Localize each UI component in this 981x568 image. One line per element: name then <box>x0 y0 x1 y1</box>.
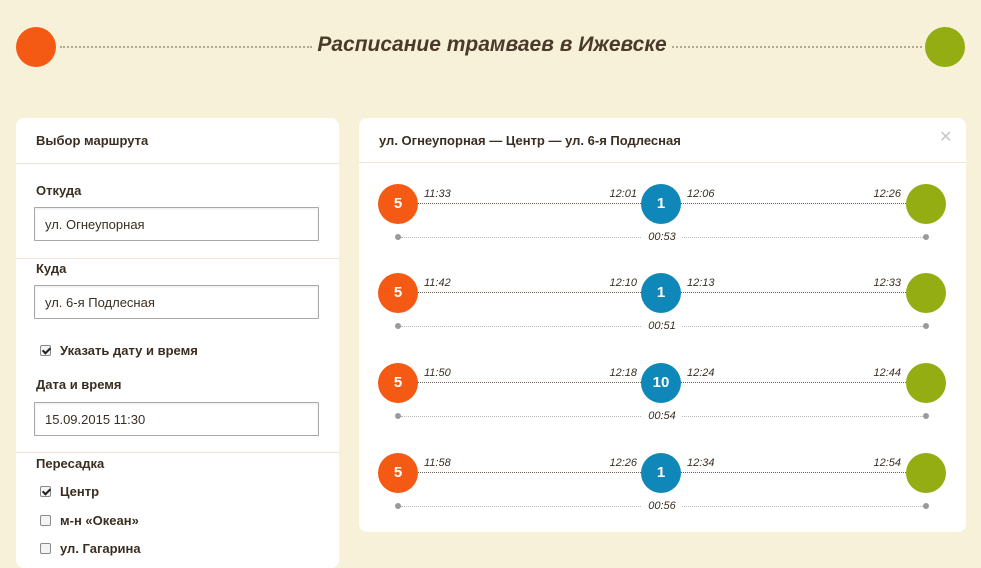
first-leg-line <box>418 203 641 204</box>
form-divider <box>16 452 339 453</box>
depart-time: 11:58 <box>424 457 451 469</box>
transfer-checkbox[interactable] <box>40 542 51 554</box>
transfer-arrive-time: 12:18 <box>609 367 637 379</box>
transfer-checkbox[interactable] <box>40 514 51 526</box>
duration-start-dot <box>395 323 401 329</box>
page-title: Расписание трамваев в Ижевске <box>317 33 667 56</box>
second-tram-number: 1 <box>641 273 681 313</box>
from-label: Откуда <box>36 183 82 198</box>
second-tram-number: 1 <box>641 184 681 224</box>
transfer-arrive-time: 12:10 <box>609 277 637 289</box>
header-start-dot <box>16 27 56 67</box>
depart-time: 11:50 <box>424 367 451 379</box>
transfer-option-ocean[interactable]: м-н «Океан» <box>40 512 139 528</box>
duration-start-dot <box>395 413 401 419</box>
specify-datetime-checkbox[interactable] <box>40 344 51 356</box>
trip-row[interactable]: 5 11:42 12:10 1 12:13 12:33 00:51 <box>359 273 966 343</box>
arrive-time: 12:26 <box>873 188 901 200</box>
second-leg-line <box>681 382 906 383</box>
first-tram-number: 5 <box>378 184 418 224</box>
trip-duration: 00:53 <box>642 231 682 244</box>
header-divider-right <box>672 46 922 48</box>
duration-start-dot <box>395 503 401 509</box>
trip-duration: 00:56 <box>642 500 682 513</box>
datetime-input[interactable] <box>34 402 319 436</box>
second-leg-line <box>681 472 906 473</box>
second-leg-line <box>681 292 906 293</box>
finish-marker <box>906 363 946 403</box>
route-form-panel: Выбор маршрута Откуда Куда Указать дату … <box>16 118 339 568</box>
duration-end-dot <box>923 413 929 419</box>
trip-duration: 00:51 <box>642 320 682 333</box>
transfer-checkbox[interactable] <box>40 485 51 497</box>
route-form-title: Выбор маршрута <box>16 118 339 164</box>
first-tram-number: 5 <box>378 363 418 403</box>
to-input[interactable] <box>34 285 319 319</box>
first-leg-line <box>418 382 641 383</box>
arrive-time: 12:44 <box>873 367 901 379</box>
second-tram-number: 10 <box>641 363 681 403</box>
transfer-option-center[interactable]: Центр <box>40 483 99 499</box>
finish-marker <box>906 453 946 493</box>
transfer-depart-time: 12:24 <box>687 367 715 379</box>
depart-time: 11:33 <box>424 188 451 200</box>
transfer-arrive-time: 12:26 <box>609 457 637 469</box>
schedule-results-panel: ул. Огнеупорная — Центр — ул. 6-я Подлес… <box>359 118 966 532</box>
transfer-option-label: ул. Гагарина <box>60 540 141 556</box>
transfer-arrive-time: 12:01 <box>609 188 637 200</box>
first-tram-number: 5 <box>378 273 418 313</box>
arrive-time: 12:54 <box>873 457 901 469</box>
transfer-depart-time: 12:13 <box>687 277 715 289</box>
second-tram-number: 1 <box>641 453 681 493</box>
results-divider <box>359 162 966 163</box>
specify-datetime-option[interactable]: Указать дату и время <box>40 342 198 358</box>
duration-end-dot <box>923 323 929 329</box>
first-leg-line <box>418 292 641 293</box>
first-leg-line <box>418 472 641 473</box>
trip-duration: 00:54 <box>642 410 682 423</box>
transfer-option-label: м-н «Океан» <box>60 512 139 528</box>
from-input[interactable] <box>34 207 319 241</box>
header-divider-left <box>60 46 312 48</box>
transfer-depart-time: 12:06 <box>687 188 715 200</box>
arrive-time: 12:33 <box>873 277 901 289</box>
duration-start-dot <box>395 234 401 240</box>
first-tram-number: 5 <box>378 453 418 493</box>
form-divider <box>16 258 339 259</box>
datetime-label: Дата и время <box>36 377 122 392</box>
close-icon[interactable]: ✕ <box>939 128 952 148</box>
second-leg-line <box>681 203 906 204</box>
specify-datetime-label: Указать дату и время <box>60 342 198 358</box>
transfer-option-label: Центр <box>60 483 100 499</box>
route-title: ул. Огнеупорная — Центр — ул. 6-я Подлес… <box>379 133 681 148</box>
header-finish-dot <box>925 27 965 67</box>
duration-end-dot <box>923 503 929 509</box>
transfer-option-gagarina[interactable]: ул. Гагарина <box>40 540 141 556</box>
to-label: Куда <box>36 261 67 276</box>
duration-end-dot <box>923 234 929 240</box>
page-header: Расписание трамваев в Ижевске <box>0 0 981 94</box>
finish-marker <box>906 184 946 224</box>
depart-time: 11:42 <box>424 277 451 289</box>
trip-row[interactable]: 5 11:50 12:18 10 12:24 12:44 00:54 <box>359 363 966 433</box>
trip-row[interactable]: 5 11:33 12:01 1 12:06 12:26 00:53 <box>359 184 966 254</box>
finish-marker <box>906 273 946 313</box>
transfer-depart-time: 12:34 <box>687 457 715 469</box>
transfer-label: Пересадка <box>36 456 105 471</box>
trip-row[interactable]: 5 11:58 12:26 1 12:34 12:54 00:56 <box>359 453 966 523</box>
